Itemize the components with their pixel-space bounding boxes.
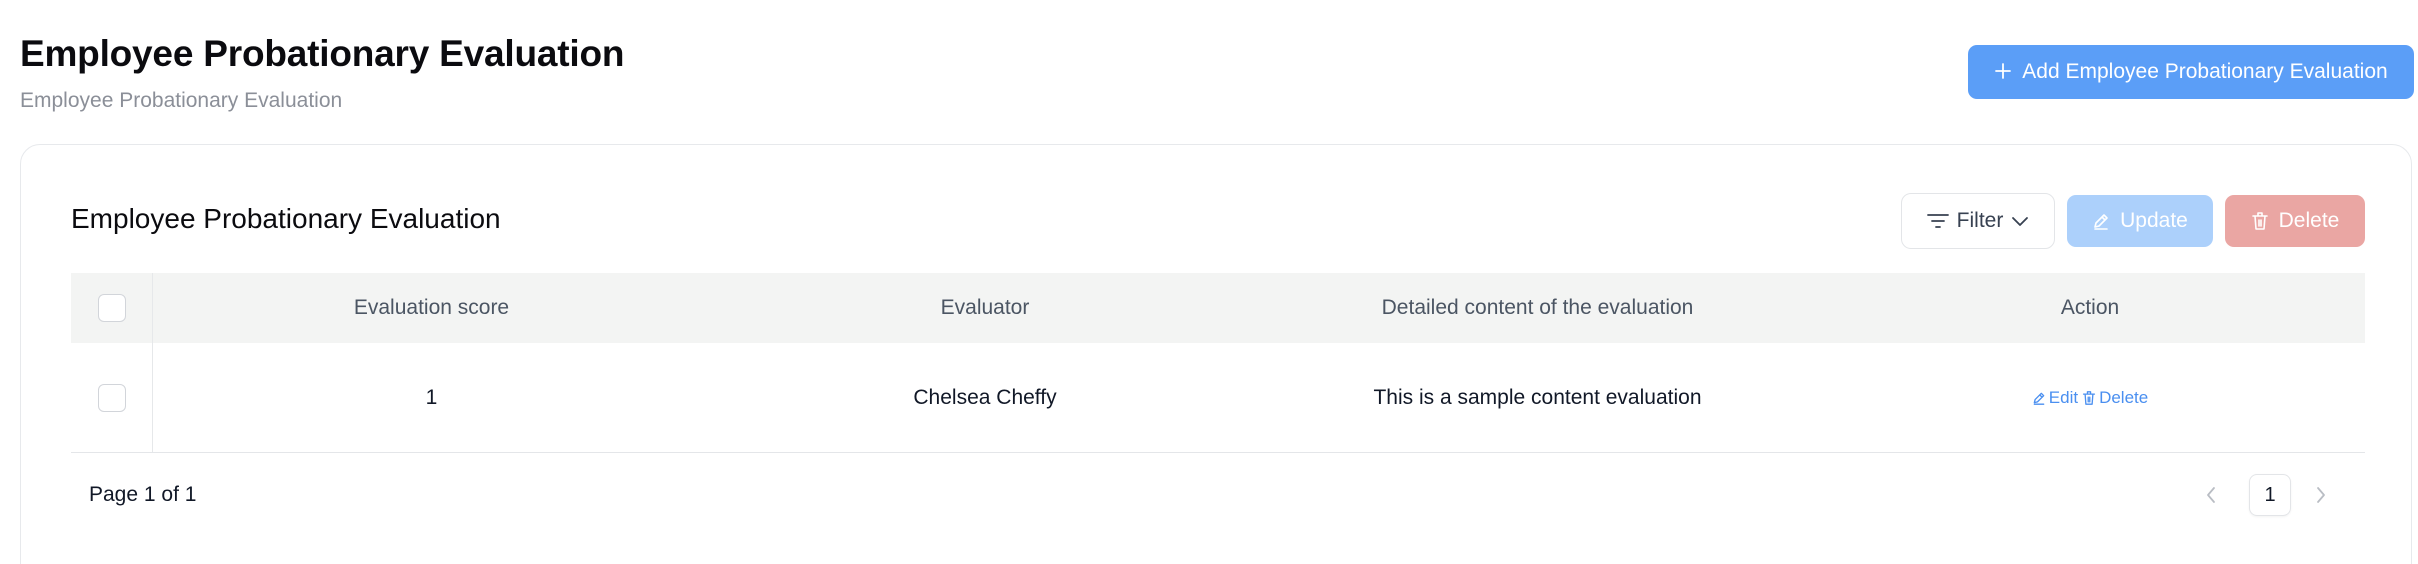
pagination: 1 xyxy=(2205,474,2335,516)
detail-cell: This is a sample content evaluation xyxy=(1373,385,1702,409)
card-title: Employee Probationary Evaluation xyxy=(71,203,501,234)
filter-button[interactable]: Filter xyxy=(1901,193,2055,249)
score-cell: 1 xyxy=(425,385,438,409)
update-button-label: Update xyxy=(2120,209,2188,232)
chevron-right-icon[interactable] xyxy=(2315,486,2335,504)
delete-button-label: Delete xyxy=(2278,209,2340,232)
delete-button[interactable]: Delete xyxy=(2225,195,2365,247)
action-cell: Edit Delete xyxy=(1815,388,2365,408)
column-header-score[interactable]: Evaluation score xyxy=(153,296,710,320)
row-select-cell xyxy=(71,343,153,452)
row-delete-link[interactable]: Delete xyxy=(2082,388,2148,408)
evaluation-card: Employee Probationary Evaluation Filter … xyxy=(20,144,2412,564)
filter-icon xyxy=(1926,213,1949,229)
filter-button-label: Filter xyxy=(1956,209,2004,232)
add-evaluation-button-label: Add Employee Probationary Evaluation xyxy=(2022,60,2388,83)
row-edit-link[interactable]: Edit xyxy=(2032,388,2078,408)
breadcrumb: Employee Probationary Evaluation xyxy=(20,89,343,112)
add-evaluation-button[interactable]: Add Employee Probationary Evaluation xyxy=(1968,45,2414,99)
column-header-evaluator[interactable]: Evaluator xyxy=(710,296,1260,320)
table-footer: Page 1 of 1 1 xyxy=(71,465,2365,525)
pagination-info: Page 1 of 1 xyxy=(89,483,197,506)
pencil-icon xyxy=(2092,212,2110,230)
plus-icon xyxy=(1994,62,2012,80)
chevron-left-icon[interactable] xyxy=(2205,486,2225,504)
select-all-checkbox[interactable] xyxy=(97,294,126,322)
trash-icon xyxy=(2082,390,2096,406)
table-row: 1 Chelsea Cheffy This is a sample conten… xyxy=(71,343,2365,453)
row-checkbox[interactable] xyxy=(97,383,126,412)
table-header: Evaluation score Evaluator Detailed cont… xyxy=(71,273,2365,343)
row-delete-label: Delete xyxy=(2099,387,2149,407)
update-button[interactable]: Update xyxy=(2067,195,2213,247)
pencil-icon xyxy=(2032,391,2046,405)
select-all-cell xyxy=(71,273,153,343)
column-header-detail[interactable]: Detailed content of the evaluation xyxy=(1260,296,1815,320)
column-header-action: Action xyxy=(2060,296,2120,319)
row-edit-label: Edit xyxy=(2048,387,2079,407)
page-header: Employee Probationary Evaluation Employe… xyxy=(20,30,624,114)
evaluation-table: Evaluation score Evaluator Detailed cont… xyxy=(71,273,2365,453)
row-actions: Edit Delete xyxy=(2032,388,2148,408)
chevron-down-icon xyxy=(2011,215,2029,227)
page-button-current[interactable]: 1 xyxy=(2249,474,2291,516)
evaluator-cell: Chelsea Cheffy xyxy=(913,385,1057,409)
page-title: Employee Probationary Evaluation xyxy=(20,33,625,74)
trash-icon xyxy=(2251,211,2269,231)
